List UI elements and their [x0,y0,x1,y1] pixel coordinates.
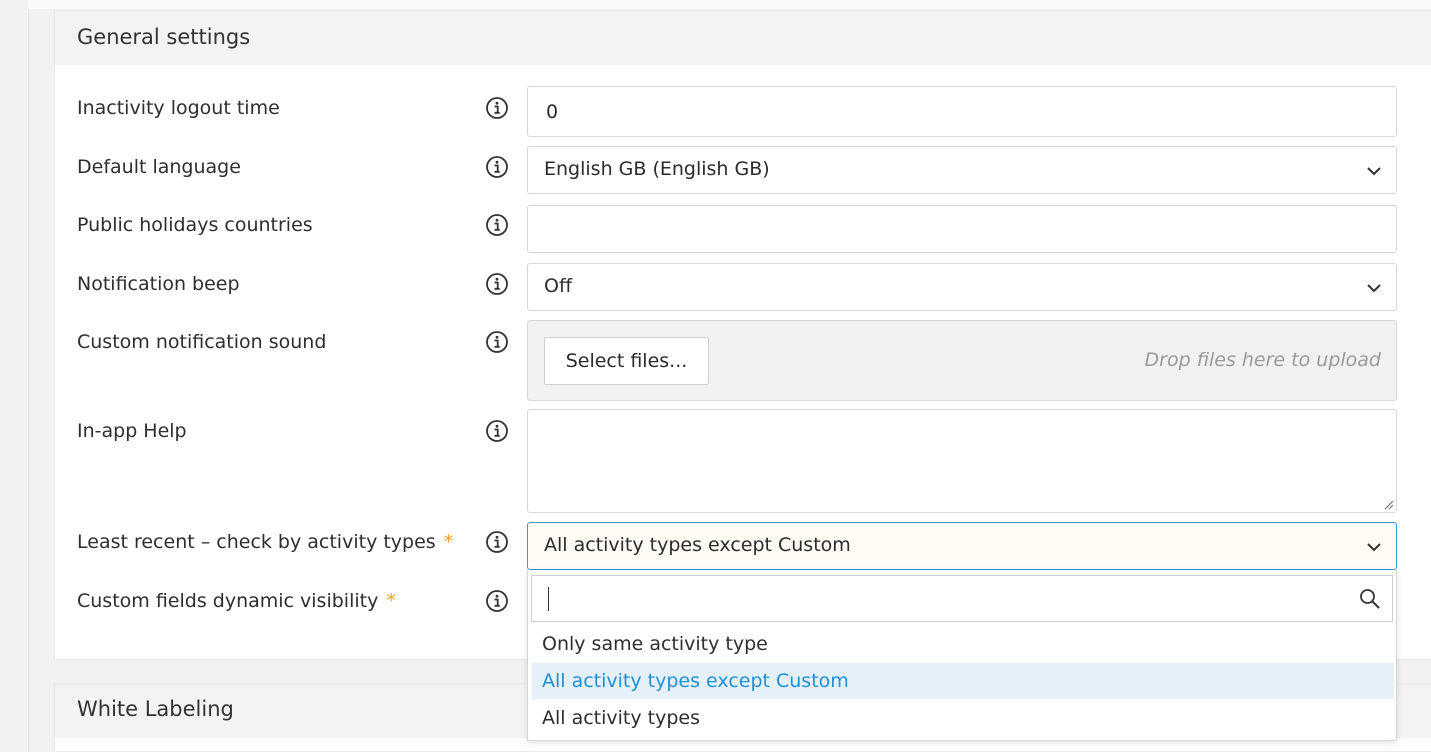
default-language-value: English GB (English GB) [544,158,770,180]
top-strip [28,0,1431,9]
public-holidays-label: Public holidays countries [77,214,313,236]
dropdown-option-all-except-custom[interactable]: All activity types except Custom [532,663,1394,699]
least-recent-label: Least recent – check by activity types * [77,531,453,553]
chevron-down-icon [1367,284,1381,293]
notification-beep-label: Notification beep [77,273,240,295]
left-rail [0,0,29,752]
info-circle-icon[interactable] [485,213,509,237]
notification-beep-value: Off [544,275,573,297]
chevron-down-icon [1367,167,1381,176]
text-caret [548,587,549,611]
custom-notification-sound-label: Custom notification sound [77,331,327,353]
info-circle-icon[interactable] [485,530,509,554]
default-language-select[interactable]: English GB (English GB) [527,146,1397,194]
info-circle-icon[interactable] [485,589,509,613]
search-icon[interactable] [1358,587,1382,611]
resize-handle-icon[interactable] [1382,498,1394,510]
info-circle-icon[interactable] [485,419,509,443]
notification-beep-select[interactable]: Off [527,263,1397,311]
drop-files-hint: Drop files here to upload [1144,349,1381,371]
in-app-help-textarea[interactable] [527,409,1397,513]
required-marker: * [443,531,454,553]
required-marker: * [386,590,396,612]
least-recent-select[interactable]: All activity types except Custom [527,522,1397,570]
dropdown-option-only-same[interactable]: Only same activity type [532,626,1394,662]
custom-fields-visibility-label: Custom fields dynamic visibility * [77,590,396,612]
white-labeling-title: White Labeling [77,697,234,721]
info-circle-icon[interactable] [485,96,509,120]
select-files-button[interactable]: Select files... [544,337,709,385]
inactivity-logout-input[interactable]: 0 [527,86,1397,137]
inactivity-logout-label: Inactivity logout time [77,97,280,119]
general-settings-header[interactable]: General settings [55,11,1431,65]
in-app-help-label: In-app Help [77,420,187,442]
info-circle-icon[interactable] [485,272,509,296]
custom-fields-visibility-label-text: Custom fields dynamic visibility [77,590,379,612]
dropdown-search-input[interactable] [531,575,1393,622]
default-language-label: Default language [77,156,241,178]
info-circle-icon[interactable] [485,330,509,354]
chevron-down-icon [1367,543,1381,552]
public-holidays-input[interactable] [527,205,1397,253]
file-upload-dropzone[interactable]: Select files... Drop files here to uploa… [527,320,1397,401]
dropdown-option-all-types[interactable]: All activity types [532,700,1394,736]
info-circle-icon[interactable] [485,155,509,179]
inactivity-logout-value: 0 [546,101,559,123]
least-recent-value: All activity types except Custom [544,534,851,556]
general-settings-title: General settings [77,25,251,49]
least-recent-label-text: Least recent – check by activity types [77,531,436,553]
activity-types-dropdown: Only same activity type All activity typ… [527,570,1397,741]
